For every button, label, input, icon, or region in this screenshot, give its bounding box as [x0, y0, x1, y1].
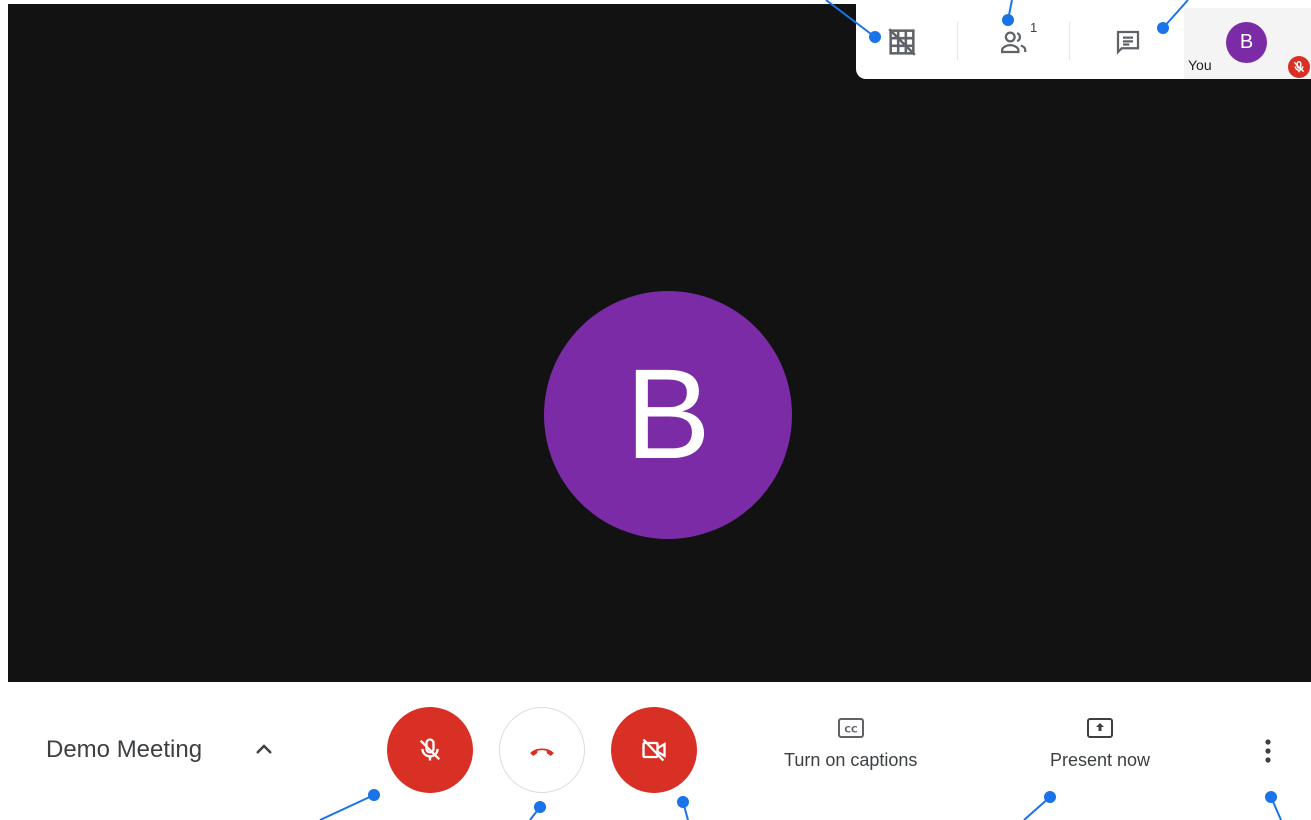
participant-count: 1: [1030, 20, 1038, 35]
participants-button[interactable]: 1: [994, 20, 1038, 62]
self-avatar: B: [1226, 22, 1267, 63]
chevron-up-icon: [256, 744, 272, 754]
bottom-control-bar: Demo Meeting CC Turn on captions Present…: [8, 682, 1311, 820]
svg-text:CC: CC: [844, 726, 858, 736]
microphone-toggle-button[interactable]: [387, 707, 473, 793]
self-view-tile[interactable]: B You: [1184, 8, 1311, 79]
meeting-details-toggle[interactable]: [252, 738, 276, 767]
chat-button[interactable]: [1108, 22, 1148, 62]
more-options-button[interactable]: [1252, 732, 1284, 772]
leave-call-button[interactable]: [499, 707, 585, 793]
camera-toggle-button[interactable]: [611, 707, 697, 793]
toolbar-divider: [957, 22, 958, 60]
top-control-bar: 1 B You: [856, 4, 1311, 79]
captions-button[interactable]: CC Turn on captions: [784, 716, 917, 771]
hang-up-icon: [530, 748, 554, 756]
video-stage: B: [8, 4, 1311, 682]
mic-off-icon: [1288, 56, 1310, 78]
tiled-layout-off-icon: [888, 28, 916, 56]
mic-off-icon: [419, 738, 441, 761]
present-now-button[interactable]: Present now: [1050, 716, 1150, 771]
toolbar-divider: [1069, 22, 1070, 60]
camera-off-icon: [642, 738, 666, 762]
tile-layout-button[interactable]: [882, 22, 922, 62]
chat-icon: [1116, 30, 1140, 55]
self-name-label: You: [1188, 57, 1212, 73]
present-now-label: Present now: [1050, 750, 1151, 770]
present-screen-icon: [1087, 718, 1114, 738]
meeting-title[interactable]: Demo Meeting: [46, 736, 202, 764]
closed-captions-icon: CC: [837, 718, 864, 738]
captions-label: Turn on captions: [784, 750, 918, 770]
more-vertical-icon: [1265, 739, 1271, 763]
people-icon: [1001, 31, 1027, 54]
participant-avatar: B: [544, 291, 792, 539]
